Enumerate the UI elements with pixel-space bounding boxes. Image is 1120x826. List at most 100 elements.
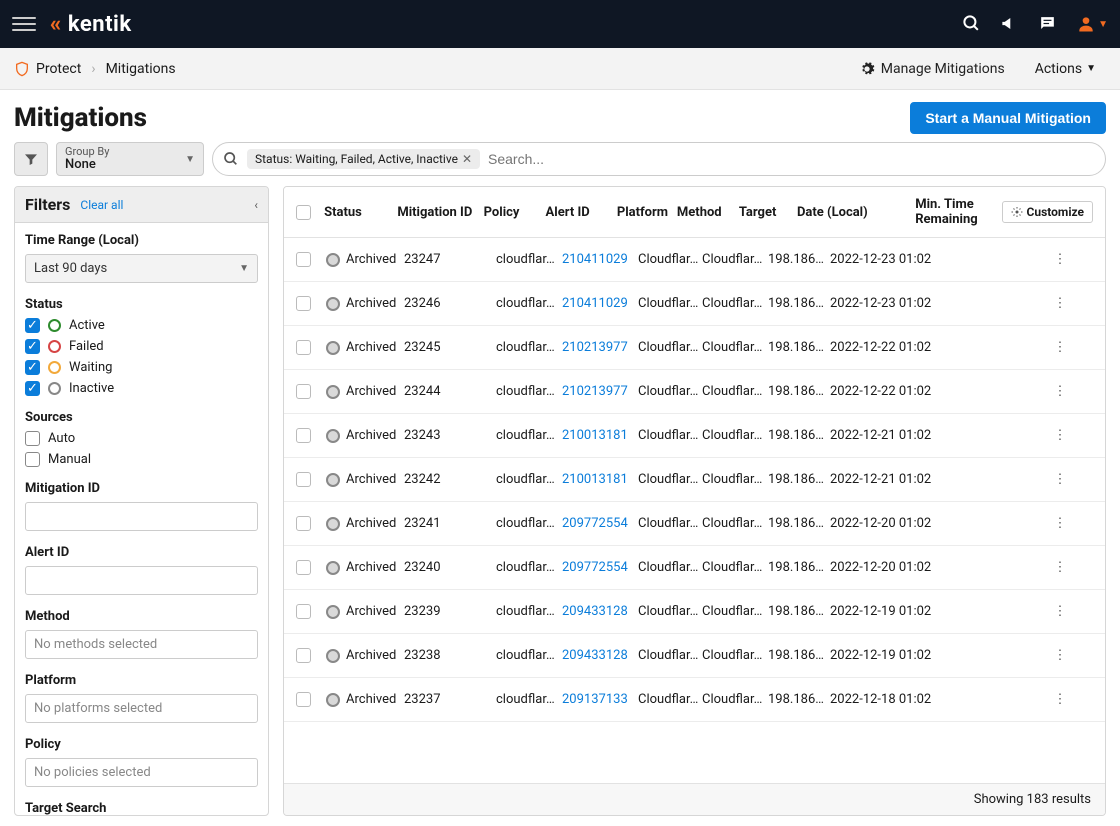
filters-sidebar: Filters Clear all ‹ Time Range (Local) L… bbox=[14, 186, 269, 816]
header-policy[interactable]: Policy bbox=[484, 205, 546, 220]
header-mitigation-id[interactable]: Mitigation ID bbox=[397, 205, 483, 220]
row-actions-menu[interactable]: ⋮ bbox=[1048, 516, 1072, 531]
platform-select[interactable]: No platforms selected bbox=[25, 694, 258, 723]
row-actions-menu[interactable]: ⋮ bbox=[1048, 472, 1072, 487]
header-alert-id[interactable]: Alert ID bbox=[546, 205, 617, 220]
status-option[interactable]: ✓Waiting bbox=[25, 360, 258, 375]
header-method[interactable]: Method bbox=[677, 205, 739, 220]
row-actions-menu[interactable]: ⋮ bbox=[1048, 428, 1072, 443]
user-menu[interactable]: ▼ bbox=[1076, 14, 1108, 34]
checkbox-icon bbox=[25, 452, 40, 467]
row-mitigation-id: 23237 bbox=[404, 692, 496, 707]
row-actions-menu[interactable]: ⋮ bbox=[1048, 648, 1072, 663]
mitigation-id-input[interactable] bbox=[25, 502, 258, 531]
row-alert-id-link[interactable]: 210411029 bbox=[562, 296, 628, 311]
row-actions-menu[interactable]: ⋮ bbox=[1048, 252, 1072, 267]
row-actions-menu[interactable]: ⋮ bbox=[1048, 296, 1072, 311]
header-status[interactable]: Status bbox=[324, 205, 397, 220]
search-icon[interactable] bbox=[962, 14, 982, 34]
row-alert-id-link[interactable]: 209772554 bbox=[562, 560, 628, 575]
status-dot-icon bbox=[326, 693, 340, 707]
row-actions-menu[interactable]: ⋮ bbox=[1048, 560, 1072, 575]
search-input[interactable] bbox=[488, 151, 1095, 167]
header-target[interactable]: Target bbox=[739, 205, 797, 220]
status-option[interactable]: ✓Active bbox=[25, 318, 258, 333]
row-method: Cloudflar… bbox=[702, 384, 768, 399]
row-alert-id-link[interactable]: 209137133 bbox=[562, 692, 628, 707]
header-min-time[interactable]: Min. Time Remaining bbox=[915, 197, 1001, 227]
sources-option[interactable]: Manual bbox=[25, 452, 258, 467]
filter-chip[interactable]: Status: Waiting, Failed, Active, Inactiv… bbox=[247, 149, 480, 169]
table-row[interactable]: Archived 23244 cloudflar… 210213977 Clou… bbox=[284, 370, 1105, 414]
row-checkbox[interactable] bbox=[296, 560, 311, 575]
row-checkbox[interactable] bbox=[296, 472, 311, 487]
breadcrumb-mitigations[interactable]: Mitigations bbox=[106, 61, 176, 77]
row-checkbox[interactable] bbox=[296, 252, 311, 267]
row-policy: cloudflar… bbox=[496, 384, 562, 399]
row-checkbox[interactable] bbox=[296, 340, 311, 355]
groupby-select[interactable]: Group By None ▼ bbox=[56, 142, 204, 176]
row-checkbox[interactable] bbox=[296, 428, 311, 443]
filters-title: Filters bbox=[25, 195, 70, 214]
manage-mitigations-button[interactable]: Manage Mitigations bbox=[849, 55, 1015, 83]
actions-dropdown[interactable]: Actions ▼ bbox=[1025, 55, 1106, 83]
row-actions-menu[interactable]: ⋮ bbox=[1048, 692, 1072, 707]
table-row[interactable]: Archived 23247 cloudflar… 210411029 Clou… bbox=[284, 238, 1105, 282]
table-row[interactable]: Archived 23238 cloudflar… 209433128 Clou… bbox=[284, 634, 1105, 678]
alert-id-input[interactable] bbox=[25, 566, 258, 595]
table-row[interactable]: Archived 23245 cloudflar… 210213977 Clou… bbox=[284, 326, 1105, 370]
row-actions-menu[interactable]: ⋮ bbox=[1048, 604, 1072, 619]
announcement-icon[interactable] bbox=[1000, 14, 1020, 34]
header-platform[interactable]: Platform bbox=[617, 205, 677, 220]
row-checkbox[interactable] bbox=[296, 296, 311, 311]
row-alert-id-link[interactable]: 209433128 bbox=[562, 604, 628, 619]
table-row[interactable]: Archived 23240 cloudflar… 209772554 Clou… bbox=[284, 546, 1105, 590]
actions-label: Actions bbox=[1035, 61, 1082, 77]
row-checkbox[interactable] bbox=[296, 384, 311, 399]
row-actions-menu[interactable]: ⋮ bbox=[1048, 384, 1072, 399]
policy-select[interactable]: No policies selected bbox=[25, 758, 258, 787]
row-checkbox[interactable] bbox=[296, 648, 311, 663]
row-alert-id-link[interactable]: 210013181 bbox=[562, 472, 628, 487]
table-row[interactable]: Archived 23241 cloudflar… 209772554 Clou… bbox=[284, 502, 1105, 546]
close-icon[interactable]: ✕ bbox=[462, 152, 472, 166]
row-method: Cloudflar… bbox=[702, 428, 768, 443]
breadcrumb-protect[interactable]: Protect bbox=[36, 61, 81, 77]
header-date[interactable]: Date (Local) bbox=[797, 205, 915, 220]
row-method: Cloudflar… bbox=[702, 516, 768, 531]
status-option[interactable]: ✓Failed bbox=[25, 339, 258, 354]
brand-text: kentik bbox=[68, 12, 132, 37]
row-policy: cloudflar… bbox=[496, 296, 562, 311]
sources-option[interactable]: Auto bbox=[25, 431, 258, 446]
menu-icon[interactable] bbox=[12, 12, 36, 36]
row-alert-id-link[interactable]: 210013181 bbox=[562, 428, 628, 443]
time-range-select[interactable]: Last 90 days ▼ bbox=[25, 254, 258, 283]
row-date: 2022-12-23 01:02 bbox=[830, 296, 956, 311]
start-manual-mitigation-button[interactable]: Start a Manual Mitigation bbox=[910, 102, 1106, 134]
table-row[interactable]: Archived 23243 cloudflar… 210013181 Clou… bbox=[284, 414, 1105, 458]
chat-icon[interactable] bbox=[1038, 14, 1058, 34]
row-policy: cloudflar… bbox=[496, 692, 562, 707]
select-all-checkbox[interactable] bbox=[296, 205, 311, 220]
row-checkbox[interactable] bbox=[296, 604, 311, 619]
row-checkbox[interactable] bbox=[296, 516, 311, 531]
row-alert-id-link[interactable]: 210411029 bbox=[562, 252, 628, 267]
table-row[interactable]: Archived 23239 cloudflar… 209433128 Clou… bbox=[284, 590, 1105, 634]
collapse-sidebar-button[interactable]: ‹ bbox=[254, 198, 258, 212]
table-row[interactable]: Archived 23246 cloudflar… 210411029 Clou… bbox=[284, 282, 1105, 326]
row-alert-id-link[interactable]: 209433128 bbox=[562, 648, 628, 663]
status-option[interactable]: ✓Inactive bbox=[25, 381, 258, 396]
row-actions-menu[interactable]: ⋮ bbox=[1048, 340, 1072, 355]
filter-toggle-button[interactable] bbox=[14, 142, 48, 176]
row-alert-id-link[interactable]: 210213977 bbox=[562, 384, 628, 399]
table-row[interactable]: Archived 23237 cloudflar… 209137133 Clou… bbox=[284, 678, 1105, 722]
customize-button[interactable]: Customize bbox=[1002, 201, 1093, 223]
table-row[interactable]: Archived 23242 cloudflar… 210013181 Clou… bbox=[284, 458, 1105, 502]
row-alert-id-link[interactable]: 209772554 bbox=[562, 516, 628, 531]
row-checkbox[interactable] bbox=[296, 692, 311, 707]
method-select[interactable]: No methods selected bbox=[25, 630, 258, 659]
row-date: 2022-12-22 01:02 bbox=[830, 384, 956, 399]
clear-all-button[interactable]: Clear all bbox=[80, 198, 123, 212]
search-bar[interactable]: Status: Waiting, Failed, Active, Inactiv… bbox=[212, 142, 1106, 176]
row-alert-id-link[interactable]: 210213977 bbox=[562, 340, 628, 355]
